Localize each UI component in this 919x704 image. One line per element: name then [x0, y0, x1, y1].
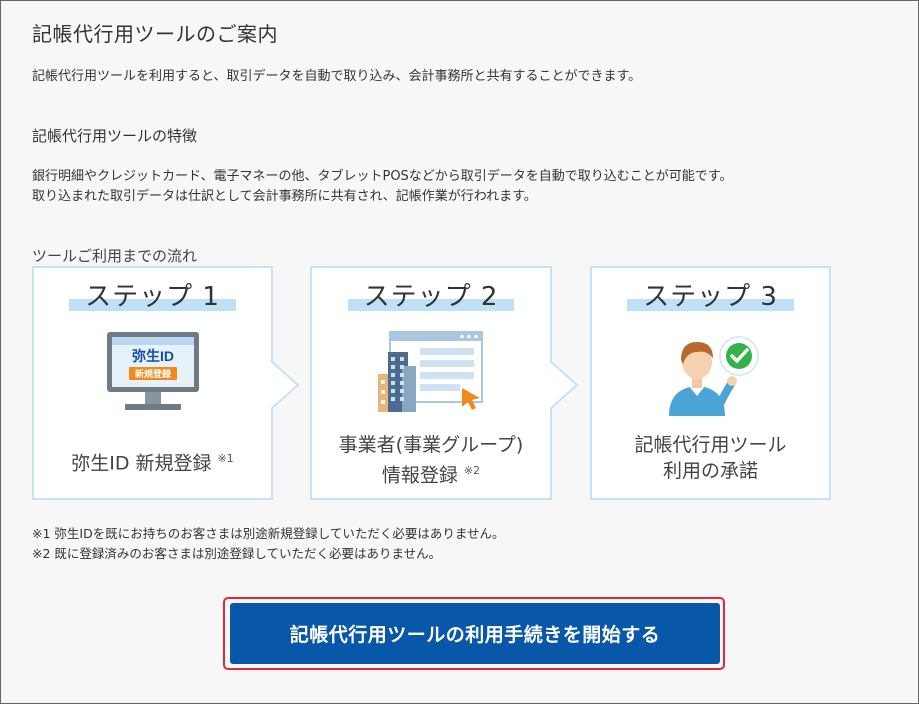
step-label-line: 弥生ID 新規登録	[71, 452, 212, 475]
step-card-3: ステップ 3 記帳代行用ツール 利用の承諾	[590, 266, 831, 500]
footnote-marker: ※1	[217, 452, 234, 465]
monitor-main-text: 弥生ID	[132, 348, 174, 364]
step-card-1: ステップ 1 弥生ID 新規登録 弥生ID 新規登録 ※1	[32, 266, 273, 500]
features-line: 取り込まれた取引データは仕訳として会計事務所に共有され、記帳作業が行われます。	[32, 189, 537, 204]
footnote-marker: ※2	[463, 464, 481, 477]
features-line: 銀行明細やクレジットカード、電子マネーの他、タブレットPOSなどから取引データを…	[32, 169, 733, 184]
footnote: ※2 既に登録済みのお客さまは別途登録していただく必要はありません。	[32, 546, 442, 561]
features-description: 銀行明細やクレジットカード、電子マネーの他、タブレットPOSなどから取引データを…	[32, 167, 733, 207]
step-label: 弥生ID 新規登録 ※1	[34, 446, 271, 476]
features-heading: 記帳代行用ツールの特徴	[32, 127, 198, 145]
step-title: ステップ 1	[69, 276, 236, 313]
start-procedure-button[interactable]: 記帳代行用ツールの利用手続きを開始する	[230, 603, 720, 664]
step-label: 事業者(事業グループ) 情報登録 ※2	[312, 432, 550, 488]
step-label-line: 利用の承諾	[662, 460, 758, 482]
page-title: 記帳代行用ツールのご案内	[32, 22, 278, 46]
monitor-yayoi-id-icon: 弥生ID 新規登録	[105, 330, 201, 418]
intro-text: 記帳代行用ツールを利用すると、取引データを自動で取り込み、会計事務所と共有するこ…	[32, 69, 642, 84]
building-window-icon	[376, 330, 486, 418]
step-label: 記帳代行用ツール 利用の承諾	[592, 432, 829, 484]
step-label-line: 記帳代行用ツール	[634, 434, 787, 456]
page-frame: 記帳代行用ツールのご案内 記帳代行用ツールを利用すると、取引データを自動で取り込…	[0, 0, 919, 704]
step-title: ステップ 2	[347, 276, 515, 313]
flow-label: ツールご利用までの流れ	[32, 247, 198, 265]
step-title: ステップ 3	[627, 276, 794, 313]
step-label-line: 事業者(事業グループ)	[338, 434, 524, 456]
step-card-2: ステップ 2 事業者(事業グループ) 情報登録 ※2	[310, 266, 552, 500]
footnotes: ※1 弥生IDを既にお持ちのお客さまは別途新規登録していただく必要はありません。…	[32, 524, 504, 564]
person-check-icon	[661, 330, 761, 422]
step-label-line: 情報登録	[381, 464, 458, 487]
footnote: ※1 弥生IDを既にお持ちのお客さまは別途新規登録していただく必要はありません。	[32, 526, 505, 541]
monitor-badge-text: 新規登録	[134, 368, 171, 380]
